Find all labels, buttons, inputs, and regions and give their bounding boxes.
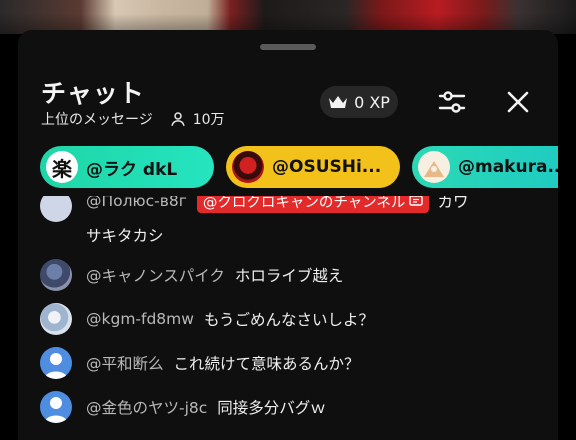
avatar (418, 151, 450, 183)
message-author: @金色のヤツ-j8c (86, 399, 208, 417)
pinned-chip-name: @ラク dkL (86, 159, 178, 180)
xp-button[interactable]: 0 XP (320, 86, 398, 118)
avatar (40, 391, 72, 423)
message-author: @平和断么 (86, 355, 164, 373)
chat-message[interactable]: @Полюс-в8г @クロクロキャンのチャンネル カワ (40, 196, 468, 222)
message-author: @キャノンスパイク (86, 267, 225, 285)
message-author: @Полюс-в8г (86, 196, 187, 210)
message-icon (409, 196, 424, 206)
chat-message[interactable]: @平和断么 これ続けて意味あるんか？ (40, 347, 360, 379)
avatar (40, 347, 72, 379)
pinned-chip-name: @OSUSHi... (272, 157, 382, 177)
chat-message[interactable]: @kgm-fd8mw もうごめんなさいしよ？ (40, 303, 374, 335)
crown-icon (329, 96, 348, 108)
xp-label: 0 XP (354, 92, 390, 112)
message-text: もうごめんなさいしよ？ (203, 311, 374, 329)
pinned-chip-name: @makura... (458, 157, 558, 177)
message-text: カワ (437, 196, 469, 211)
top-messages-label: 上位のメッセージ (41, 112, 153, 128)
avatar (40, 303, 72, 335)
person-icon (171, 112, 185, 126)
avatar (40, 259, 72, 291)
channel-badge: @クロクロキャンのチャンネル (196, 196, 430, 213)
video-player-strip[interactable] (0, 0, 576, 34)
avatar (232, 151, 264, 183)
message-text: これ続けて意味あるんか？ (173, 355, 360, 373)
pinned-chip[interactable]: @OSUSHi... (226, 146, 400, 188)
chat-message-list[interactable]: @Полюс-в8г @クロクロキャンのチャンネル カワ サキタカシ @キャノン… (18, 196, 558, 430)
chat-message[interactable]: @金色のヤツ-j8c 同接多分バグｗ (40, 391, 326, 423)
avatar (40, 196, 72, 222)
chat-title: チャット (41, 79, 145, 108)
chat-message[interactable]: @キャノンスパイク ホロライブ越え (40, 259, 343, 291)
filter-button[interactable] (434, 84, 470, 120)
avatar: 楽 (46, 151, 78, 183)
pinned-donors-row: 楽 @ラク dkL @OSUSHi... @makura... (40, 146, 558, 192)
pinned-chip[interactable]: 楽 @ラク dkL (40, 146, 214, 188)
message-text: ホロライブ越え (234, 267, 344, 285)
close-icon (507, 91, 529, 113)
drag-handle[interactable] (260, 44, 316, 50)
message-text: 同接多分バグｗ (217, 399, 326, 417)
channel-badge-label: @クロクロキャンのチャンネル (202, 196, 406, 211)
chat-mode-label[interactable]: 上位のメッセージ 10万 (41, 109, 225, 129)
viewer-count: 10万 (192, 112, 225, 128)
pinned-chip[interactable]: @makura... (412, 146, 558, 188)
message-text-continued: サキタカシ (86, 227, 164, 245)
close-button[interactable] (500, 84, 536, 120)
sliders-icon (438, 91, 466, 113)
message-author: @kgm-fd8mw (86, 310, 194, 328)
